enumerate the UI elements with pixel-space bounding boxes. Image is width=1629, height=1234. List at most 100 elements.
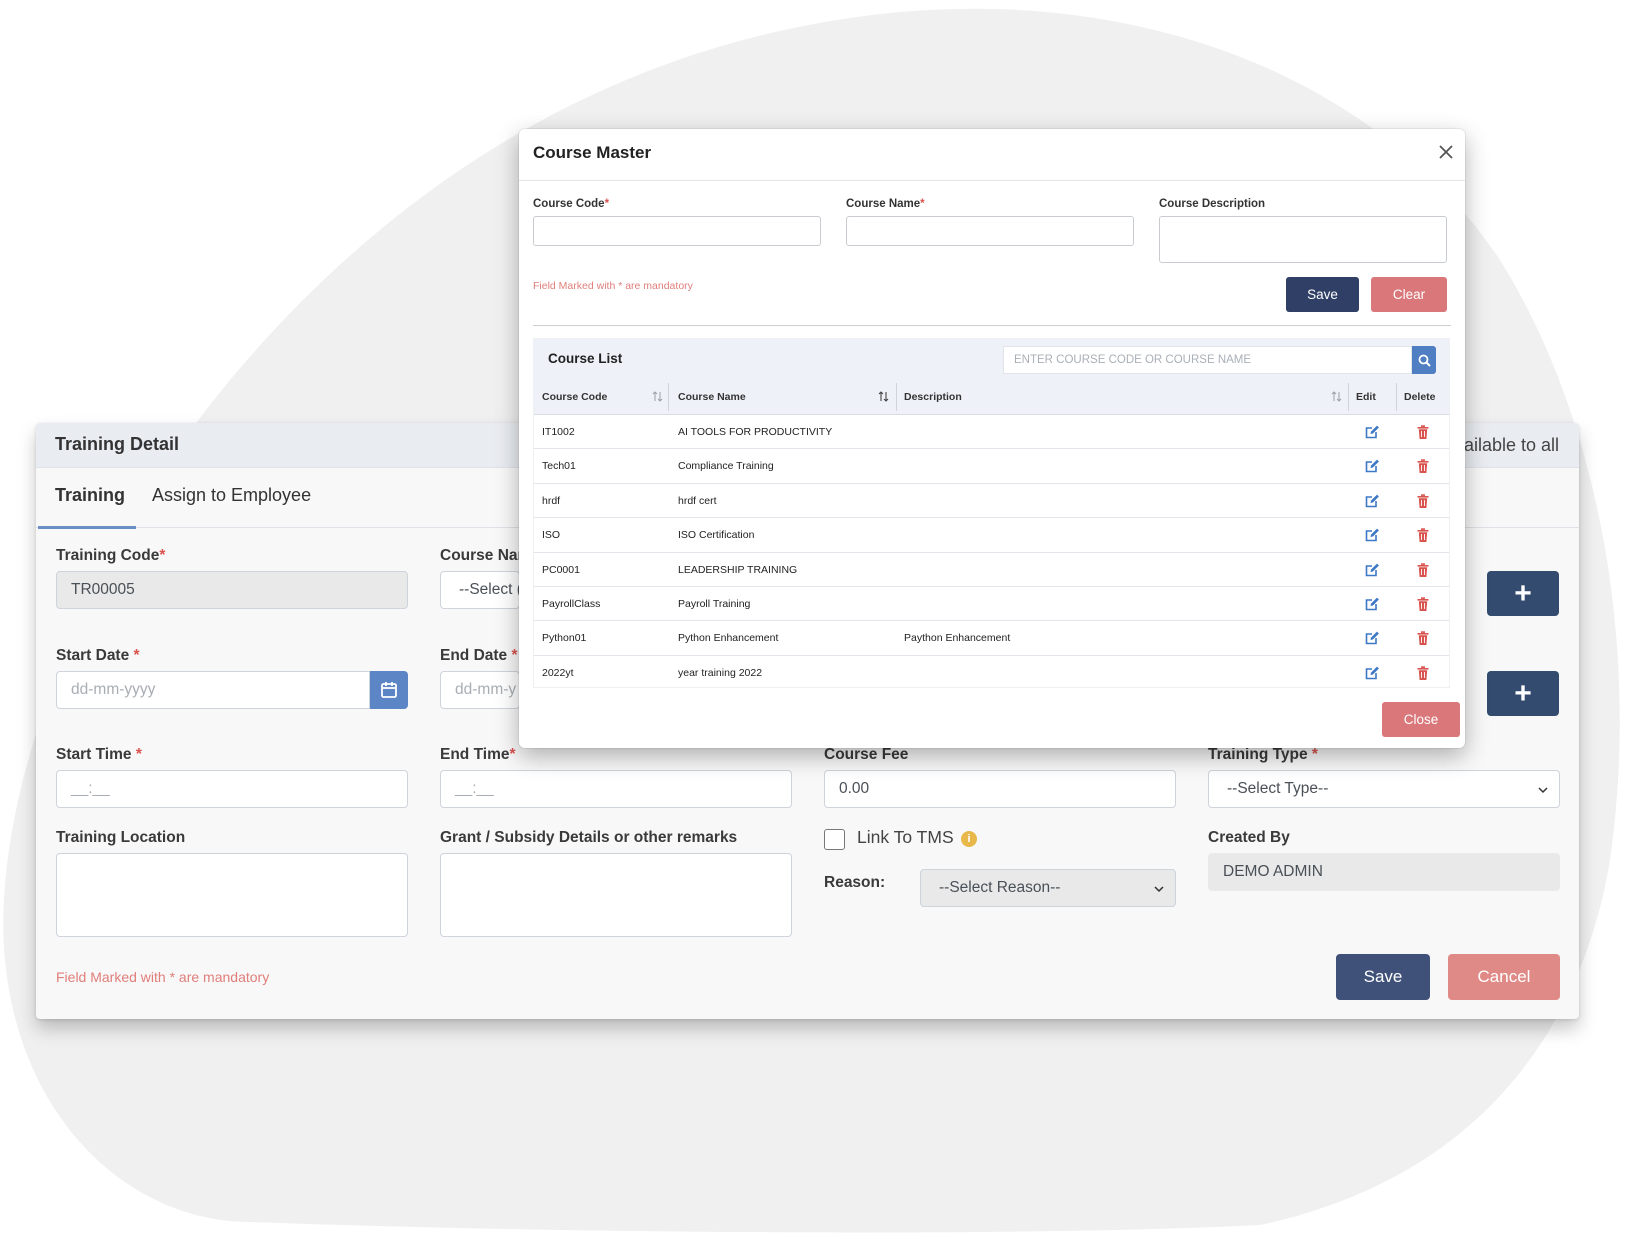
reason-value: --Select Reason-- <box>939 879 1061 896</box>
tab-assign-to-employee[interactable]: Assign to Employee <box>152 485 311 506</box>
modal-title: Course Master <box>533 143 652 162</box>
sort-icon[interactable] <box>652 390 663 403</box>
tab-training[interactable]: Training <box>55 485 125 506</box>
save-button[interactable]: Save <box>1336 954 1430 1000</box>
search-icon <box>1418 354 1431 367</box>
add-course-button[interactable]: + <box>1487 571 1559 616</box>
modal-clear-button[interactable]: Clear <box>1371 277 1447 312</box>
start-date-label: Start Date * <box>56 647 140 664</box>
cell-course-name: Compliance Training <box>678 460 774 473</box>
trash-icon[interactable] <box>1415 562 1431 578</box>
edit-icon[interactable] <box>1364 630 1380 646</box>
course-name-label: Course Name* <box>846 198 925 210</box>
modal-mandatory-note: Field Marked with * are mandatory <box>533 280 693 292</box>
cell-course-name: Payroll Training <box>678 597 751 610</box>
course-name-label: Course Nar <box>440 547 524 564</box>
cell-course-name: year training 2022 <box>678 666 763 679</box>
course-master-modal: Course Master Course Code* Course Name* … <box>519 129 1465 748</box>
course-name-select[interactable]: --Select ( <box>440 571 520 609</box>
sort-icon[interactable] <box>1331 390 1342 403</box>
training-code-label: Training Code* <box>56 547 166 564</box>
trash-icon[interactable] <box>1415 527 1431 543</box>
close-icon[interactable] <box>1435 141 1457 163</box>
edit-icon[interactable] <box>1364 562 1380 578</box>
table-row: IT1002 AI TOOLS FOR PRODUCTIVITY <box>534 415 1449 450</box>
cell-course-code: PC0001 <box>542 563 580 576</box>
calendar-button[interactable] <box>370 671 408 709</box>
add-item-button[interactable]: + <box>1487 671 1559 716</box>
end-date-input[interactable]: dd-mm-y <box>440 671 520 709</box>
calendar-icon <box>381 682 397 698</box>
start-time-label: Start Time * <box>56 746 142 763</box>
start-date-input[interactable]: dd-mm-yyyy <box>56 671 370 709</box>
edit-icon[interactable] <box>1364 424 1380 440</box>
table-row: PayrollClass Payroll Training <box>534 587 1449 622</box>
course-code-label: Course Code* <box>533 198 610 210</box>
cell-course-code: 2022yt <box>542 666 574 679</box>
cell-course-code: Python01 <box>542 632 587 645</box>
modal-header: Course Master <box>519 129 1465 181</box>
edit-icon[interactable] <box>1364 596 1380 612</box>
table-row: ISO ISO Certification <box>534 518 1449 553</box>
course-table-header: Course Code Course Name Description Edit… <box>534 379 1449 415</box>
active-tab-indicator <box>38 526 136 529</box>
start-time-input[interactable]: __:__ <box>56 770 408 808</box>
training-location-textarea[interactable] <box>56 853 408 937</box>
link-to-tms-checkbox[interactable] <box>824 829 845 850</box>
column-delete: Delete <box>1404 391 1436 403</box>
table-row: hrdf hrdf cert <box>534 484 1449 519</box>
cancel-button[interactable]: Cancel <box>1448 954 1560 1000</box>
chevron-down-icon <box>1154 886 1164 893</box>
trash-icon[interactable] <box>1415 493 1431 509</box>
course-list-header: Course List ENTER COURSE CODE OR COURSE … <box>534 339 1449 379</box>
modal-save-button[interactable]: Save <box>1286 277 1359 312</box>
column-course-name[interactable]: Course Name <box>670 379 896 415</box>
trash-icon[interactable] <box>1415 458 1431 474</box>
edit-icon[interactable] <box>1364 493 1380 509</box>
grant-details-textarea[interactable] <box>440 853 792 937</box>
training-type-value: --Select Type-- <box>1227 780 1329 797</box>
course-description-label: Course Description <box>1159 198 1266 210</box>
column-edit: Edit <box>1356 391 1376 403</box>
end-date-label: End Date * <box>440 647 518 664</box>
edit-icon[interactable] <box>1364 665 1380 681</box>
sort-icon[interactable] <box>878 390 889 403</box>
course-search-input[interactable]: ENTER COURSE CODE OR COURSE NAME <box>1003 346 1412 374</box>
reason-label: Reason: <box>824 874 886 891</box>
table-row: Tech01 Compliance Training <box>534 449 1449 484</box>
column-description[interactable]: Description <box>896 379 1348 415</box>
info-icon[interactable]: i <box>961 831 977 847</box>
trash-icon[interactable] <box>1415 665 1431 681</box>
course-name-input[interactable] <box>846 216 1134 246</box>
course-table-body: IT1002 AI TOOLS FOR PRODUCTIVITY Tech01 Com… <box>534 415 1449 687</box>
training-code-field[interactable]: TR00005 <box>56 571 408 609</box>
cell-course-code: IT1002 <box>542 426 575 438</box>
table-row: 2022yt year training 2022 <box>534 656 1449 687</box>
table-row: Python01 Python Enhancement Paython Enhanc… <box>534 621 1449 656</box>
link-to-tms-label: Link To TMS <box>857 827 954 847</box>
column-course-code[interactable]: Course Code <box>534 379 668 415</box>
trash-icon[interactable] <box>1415 630 1431 646</box>
cell-course-code: PayrollClass <box>542 597 601 610</box>
training-type-label: Training Type * <box>1208 746 1318 763</box>
chevron-down-icon <box>1538 787 1548 794</box>
course-fee-label: Course Fee <box>824 746 909 763</box>
training-type-select[interactable]: --Select Type-- <box>1208 770 1560 808</box>
course-code-input[interactable] <box>533 216 821 246</box>
course-list: Course List ENTER COURSE CODE OR COURSE … <box>533 338 1450 688</box>
edit-icon[interactable] <box>1364 458 1380 474</box>
cell-course-code: hrdf <box>542 494 561 507</box>
reason-select[interactable]: --Select Reason-- <box>920 869 1176 907</box>
course-list-title: Course List <box>548 351 623 366</box>
course-description-textarea[interactable] <box>1159 216 1447 263</box>
trash-icon[interactable] <box>1415 424 1431 440</box>
search-button[interactable] <box>1412 346 1436 374</box>
table-row: PC0001 LEADERSHIP TRAINING <box>534 553 1449 587</box>
edit-icon[interactable] <box>1364 527 1380 543</box>
end-time-input[interactable]: __:__ <box>440 770 792 808</box>
modal-close-button[interactable]: Close <box>1382 702 1460 737</box>
panel-title: Training Detail <box>55 434 180 454</box>
course-fee-input[interactable]: 0.00 <box>824 770 1176 808</box>
trash-icon[interactable] <box>1415 596 1431 612</box>
cell-description: Paython Enhancement <box>904 632 1011 645</box>
